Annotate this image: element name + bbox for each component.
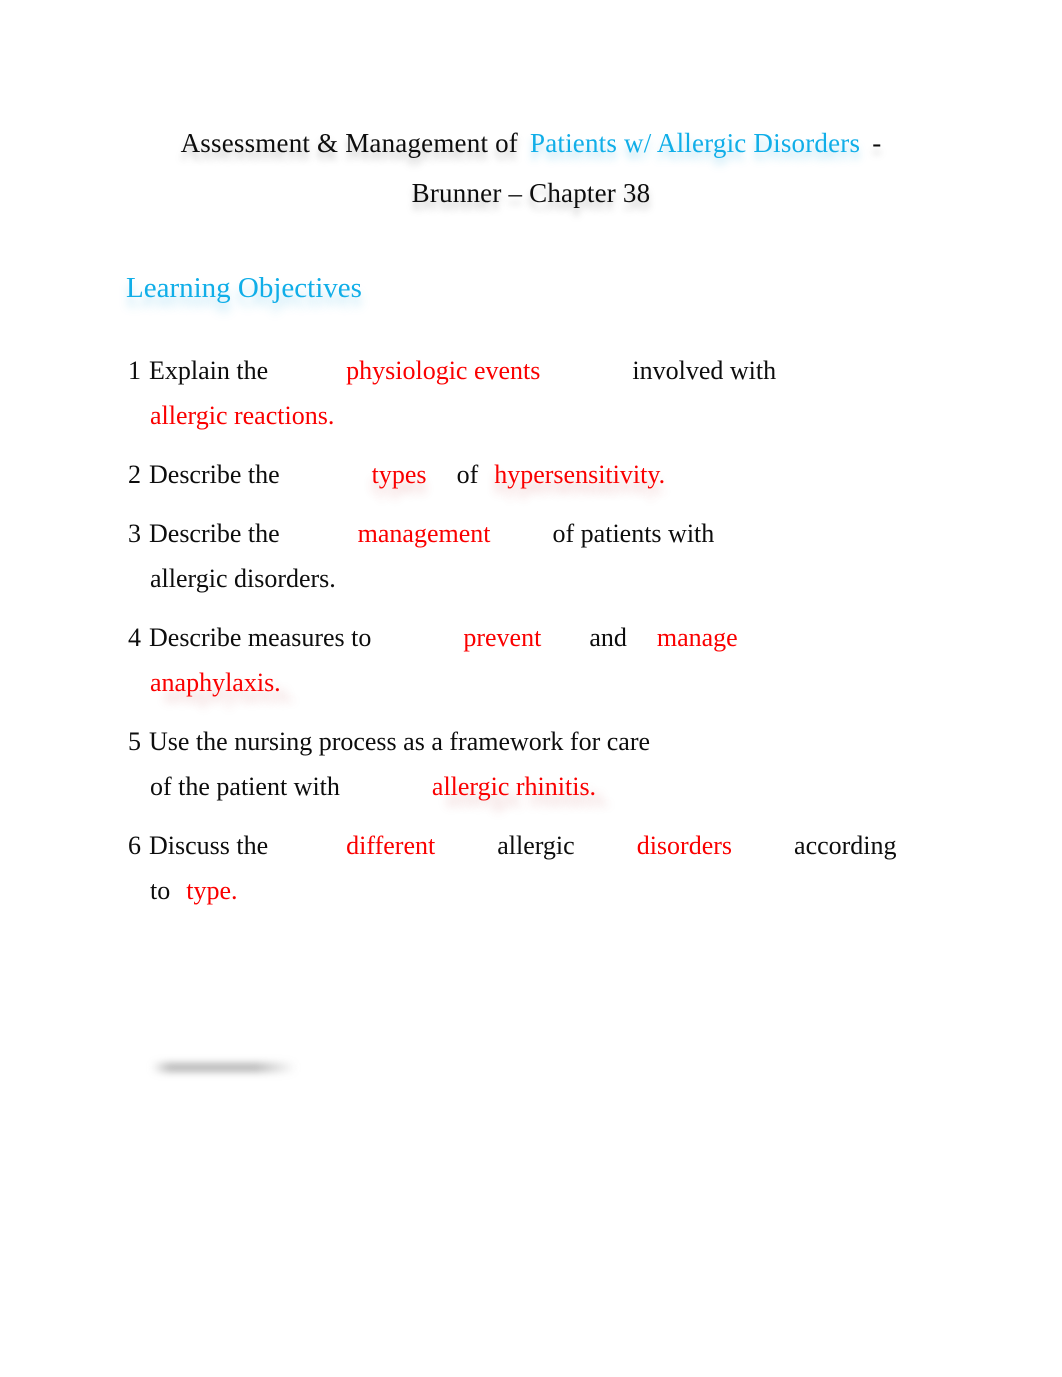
list-item: 5 Use the nursing process as a framework … [128, 719, 1028, 809]
objective-run-highlight: different [346, 831, 436, 860]
objective-run: Describe the [149, 519, 280, 548]
objective-5-line-1: 5 Use the nursing process as a framework … [128, 719, 1028, 764]
section-heading: Learning Objectives [126, 272, 362, 304]
objective-run-highlight: allergic rhinitis. [431, 772, 597, 801]
objective-run: and [589, 623, 627, 652]
objective-3-line-1: 3 Describe the management of patients with [128, 511, 1028, 556]
objective-run: of the patient with [150, 772, 340, 801]
list-item: 6 Discuss the different allergic disorders ac… [128, 823, 1028, 913]
objective-4-line-2: anaphylaxis. [128, 660, 1028, 705]
slide-title: Assessment & Management of Patients w/ Al… [0, 118, 1062, 218]
list-item: 4 Describe measures to prevent and manage an… [128, 615, 1028, 705]
objective-run: of patients with [552, 519, 715, 548]
list-item: 1 Explain the physiologic events involved w… [128, 348, 1028, 438]
objectives-list: 1 Explain the physiologic events involved w… [128, 348, 1028, 927]
objective-run-highlight: physiologic events [346, 356, 541, 385]
objective-number: 4 [128, 623, 141, 652]
objective-run: Explain the [149, 356, 269, 385]
title-subtitle: Brunner – Chapter 38 [411, 178, 651, 208]
objective-6-line-1: 6 Discuss the different allergic disorders ac… [128, 823, 1028, 868]
objective-3-line-2: allergic disorders. [128, 556, 1028, 601]
objective-run: allergic disorders. [150, 564, 336, 593]
objective-run-highlight: manage [656, 623, 738, 652]
objective-number: 5 [128, 727, 141, 756]
list-item: 3 Describe the management of patients with … [128, 511, 1028, 601]
objective-run-highlight: management [357, 519, 491, 548]
objective-run: of [456, 460, 479, 489]
objective-number: 6 [128, 831, 141, 860]
objective-run-highlight: disorders [636, 831, 733, 860]
objective-run: according [794, 831, 897, 860]
objective-run-highlight: types [371, 460, 427, 489]
objective-run: allergic [497, 831, 575, 860]
objective-run-highlight: anaphylaxis. [150, 668, 281, 697]
objective-5-line-2: of the patient with allergic rhinitis. [128, 764, 1028, 809]
objective-run-highlight: type. [186, 876, 238, 905]
objective-run: Describe the [149, 460, 280, 489]
title-line-2: Brunner – Chapter 38 [0, 168, 1062, 218]
objective-run: involved with [632, 356, 777, 385]
title-suffix-dash: - [872, 128, 882, 158]
objective-number: 2 [128, 460, 141, 489]
objective-run: Discuss the [149, 831, 269, 860]
title-prefix: Assessment & Management of [180, 128, 518, 158]
objective-number: 3 [128, 519, 141, 548]
objective-run: Use the nursing process as a framework f… [149, 727, 651, 756]
objective-run: to [150, 876, 171, 905]
objective-1-line-1: 1 Explain the physiologic events involved w… [128, 348, 1028, 393]
list-item: 2 Describe the types of hypersensitivity. [128, 452, 1028, 497]
objective-number: 1 [128, 356, 141, 385]
slide-page: Assessment & Management of Patients w/ Al… [0, 0, 1062, 1377]
objective-run-highlight: prevent [463, 623, 542, 652]
title-line-1: Assessment & Management of Patients w/ Al… [0, 118, 1062, 168]
objective-2-line-1: 2 Describe the types of hypersensitivity. [128, 452, 1028, 497]
title-highlight: Patients w/ Allergic Disorders [529, 128, 861, 158]
objective-1-line-2: allergic reactions. [128, 393, 1028, 438]
blurred-shadow-artifact [152, 1063, 296, 1072]
objective-run: Describe measures to [149, 623, 372, 652]
objective-4-line-1: 4 Describe measures to prevent and manage [128, 615, 1028, 660]
objective-run-highlight: hypersensitivity. [494, 460, 666, 489]
objective-run-highlight: allergic reactions. [150, 401, 335, 430]
objective-6-line-2: to type. [128, 868, 1028, 913]
